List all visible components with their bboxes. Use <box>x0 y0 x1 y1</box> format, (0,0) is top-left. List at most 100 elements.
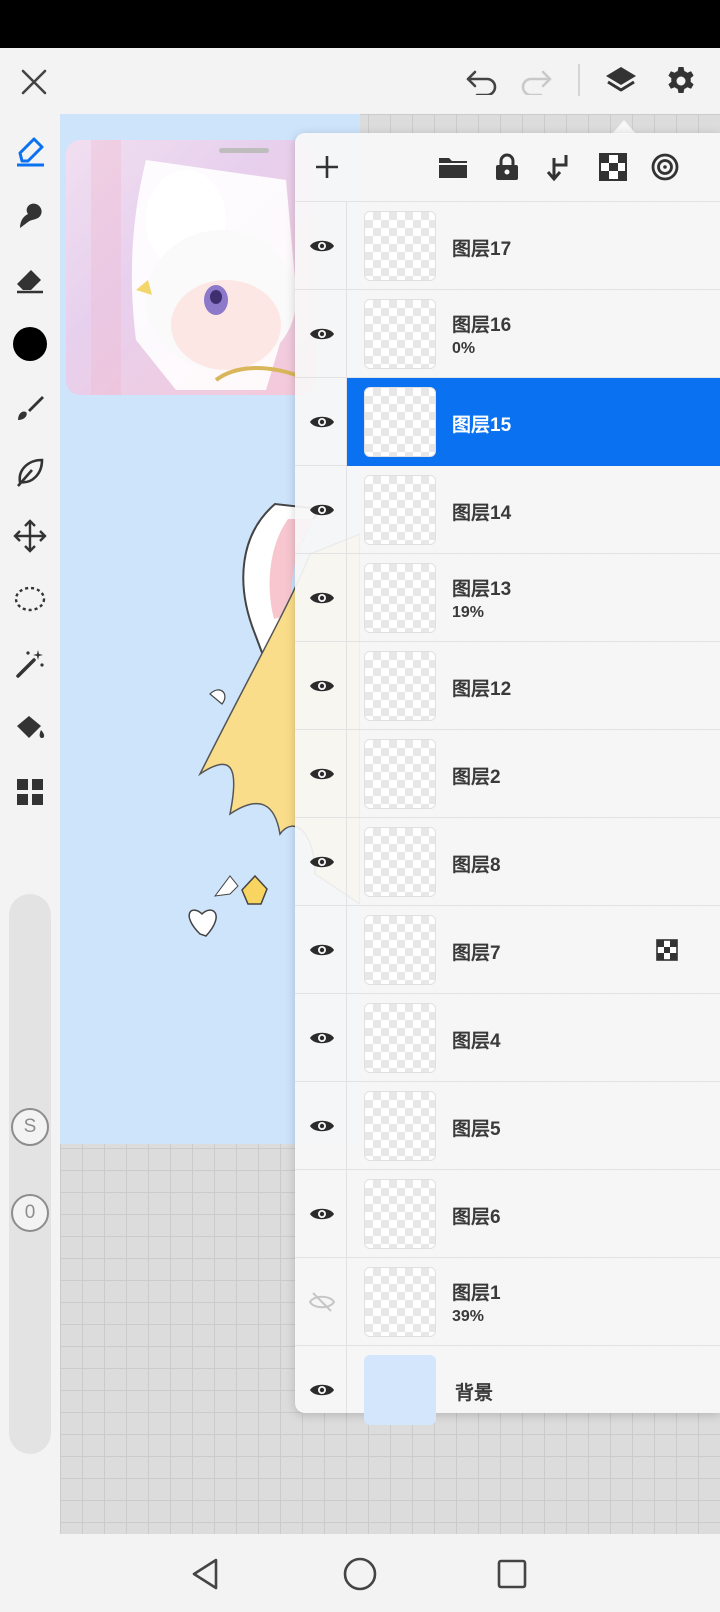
layer-opacity: 39% <box>452 1308 485 1325</box>
folder-icon[interactable] <box>433 147 473 187</box>
layer-row[interactable]: 图层2 <box>295 730 720 818</box>
layer-name: 图层6 <box>452 1207 501 1228</box>
layers-panel-pointer <box>612 120 636 134</box>
layer-opacity: 19% <box>452 604 485 621</box>
undo-icon[interactable] <box>462 62 502 102</box>
layer-thumbnail <box>364 1091 436 1161</box>
top-bar <box>0 48 720 114</box>
eraser-tool-icon[interactable] <box>6 256 54 304</box>
layer-row[interactable]: 图层5 <box>295 1082 720 1170</box>
layer-thumbnail <box>364 739 436 809</box>
more-tools-icon[interactable] <box>6 768 54 816</box>
color-picker-swatch[interactable] <box>6 320 54 368</box>
eye-icon[interactable] <box>307 760 337 788</box>
layer-row[interactable]: 图层13 19% <box>295 554 720 642</box>
eye-icon[interactable] <box>307 672 337 700</box>
eye-icon[interactable] <box>307 320 337 348</box>
layer-thumbnail <box>364 299 436 369</box>
recents-icon[interactable] <box>490 1552 534 1596</box>
blur-tool-icon[interactable] <box>6 448 54 496</box>
magic-wand-tool-icon[interactable] <box>6 640 54 688</box>
lock-icon[interactable] <box>487 147 527 187</box>
layer-name: 图层2 <box>452 767 501 788</box>
layer-row[interactable]: 图层15 <box>295 378 720 466</box>
layers-icon[interactable] <box>600 60 642 102</box>
layer-name: 图层12 <box>452 679 512 700</box>
layer-name: 图层17 <box>452 239 512 260</box>
layer-row[interactable]: 图层4 <box>295 994 720 1082</box>
clipping-mask-icon[interactable] <box>645 147 685 187</box>
home-icon[interactable] <box>338 1552 382 1596</box>
merge-down-icon[interactable] <box>538 147 578 187</box>
eye-icon[interactable] <box>307 1376 337 1404</box>
layer-thumbnail <box>364 1267 436 1337</box>
layer-name: 图层16 <box>452 315 512 336</box>
gear-icon[interactable] <box>660 60 702 102</box>
layer-row[interactable]: 图层16 0% <box>295 290 720 378</box>
layer-thumbnail <box>364 915 436 985</box>
eye-hidden-icon[interactable] <box>307 1288 337 1316</box>
layer-name: 图层7 <box>452 943 501 964</box>
layer-thumbnail <box>364 563 436 633</box>
left-toolbar <box>0 114 60 1534</box>
status-bar <box>0 0 720 48</box>
add-layer-icon[interactable] <box>307 147 347 187</box>
layer-name: 背景 <box>455 1383 494 1404</box>
eye-icon[interactable] <box>307 408 337 436</box>
layer-thumbnail <box>364 387 436 457</box>
eye-icon[interactable] <box>307 496 337 524</box>
layer-thumbnail <box>364 475 436 545</box>
layer-row[interactable]: 图层7 <box>295 906 720 994</box>
layers-panel-header <box>295 133 720 202</box>
alpha-lock-icon <box>656 939 678 961</box>
brush-size-knob[interactable]: S <box>11 1108 49 1146</box>
layer-name: 图层13 <box>452 579 512 600</box>
layer-name: 图层15 <box>452 415 512 436</box>
brush-tool-icon[interactable] <box>6 384 54 432</box>
back-icon[interactable] <box>183 1552 227 1596</box>
layers-panel: 图层17 图层16 0% 图层15 图层14 图层13 19% 图层12 图层2 图层8 图层7 图层… <box>295 133 720 1425</box>
lasso-tool-icon[interactable] <box>6 576 54 624</box>
layer-row[interactable]: 图层17 <box>295 202 720 290</box>
fill-tool-icon[interactable] <box>6 704 54 752</box>
alpha-lock-icon[interactable] <box>593 147 633 187</box>
smudge-tool-icon[interactable] <box>6 192 54 240</box>
layer-thumbnail <box>364 827 436 897</box>
layer-row[interactable]: 图层1 39% <box>295 1258 720 1346</box>
redo-icon[interactable] <box>516 62 556 102</box>
brush-slider-track[interactable] <box>9 894 51 1454</box>
eye-icon[interactable] <box>307 1024 337 1052</box>
reference-drag-handle[interactable] <box>219 148 269 153</box>
eye-icon[interactable] <box>307 1200 337 1228</box>
layer-row[interactable]: 图层14 <box>295 466 720 554</box>
layer-row[interactable]: 图层8 <box>295 818 720 906</box>
eye-icon[interactable] <box>307 848 337 876</box>
brush-opacity-label: 0 <box>24 1202 36 1223</box>
eye-icon[interactable] <box>307 232 337 260</box>
eye-icon[interactable] <box>307 1112 337 1140</box>
layer-name: 图层5 <box>452 1119 501 1140</box>
layer-opacity: 0% <box>452 340 476 357</box>
toolbar-divider <box>578 64 580 96</box>
close-icon[interactable] <box>14 62 54 102</box>
layer-name: 图层1 <box>452 1283 501 1304</box>
eye-icon[interactable] <box>307 936 337 964</box>
eye-icon[interactable] <box>307 584 337 612</box>
background-layer-row[interactable]: 背景 <box>295 1346 720 1434</box>
brush-opacity-knob[interactable]: 0 <box>11 1194 49 1232</box>
layer-row[interactable]: 图层6 <box>295 1170 720 1258</box>
layer-name: 图层14 <box>452 503 512 524</box>
layer-name: 图层4 <box>452 1031 501 1052</box>
transform-tool-icon[interactable] <box>6 512 54 560</box>
layer-name: 图层8 <box>452 855 501 876</box>
reference-image[interactable] <box>66 140 316 395</box>
system-nav-bar <box>0 1534 720 1612</box>
layer-thumbnail <box>364 211 436 281</box>
layer-row[interactable]: 图层12 <box>295 642 720 730</box>
background-color-swatch[interactable] <box>364 1355 436 1425</box>
layer-thumbnail <box>364 1179 436 1249</box>
pen-tool-icon[interactable] <box>6 127 54 175</box>
layer-thumbnail <box>364 1003 436 1073</box>
brush-size-label: S <box>23 1116 37 1137</box>
layer-thumbnail <box>364 651 436 721</box>
